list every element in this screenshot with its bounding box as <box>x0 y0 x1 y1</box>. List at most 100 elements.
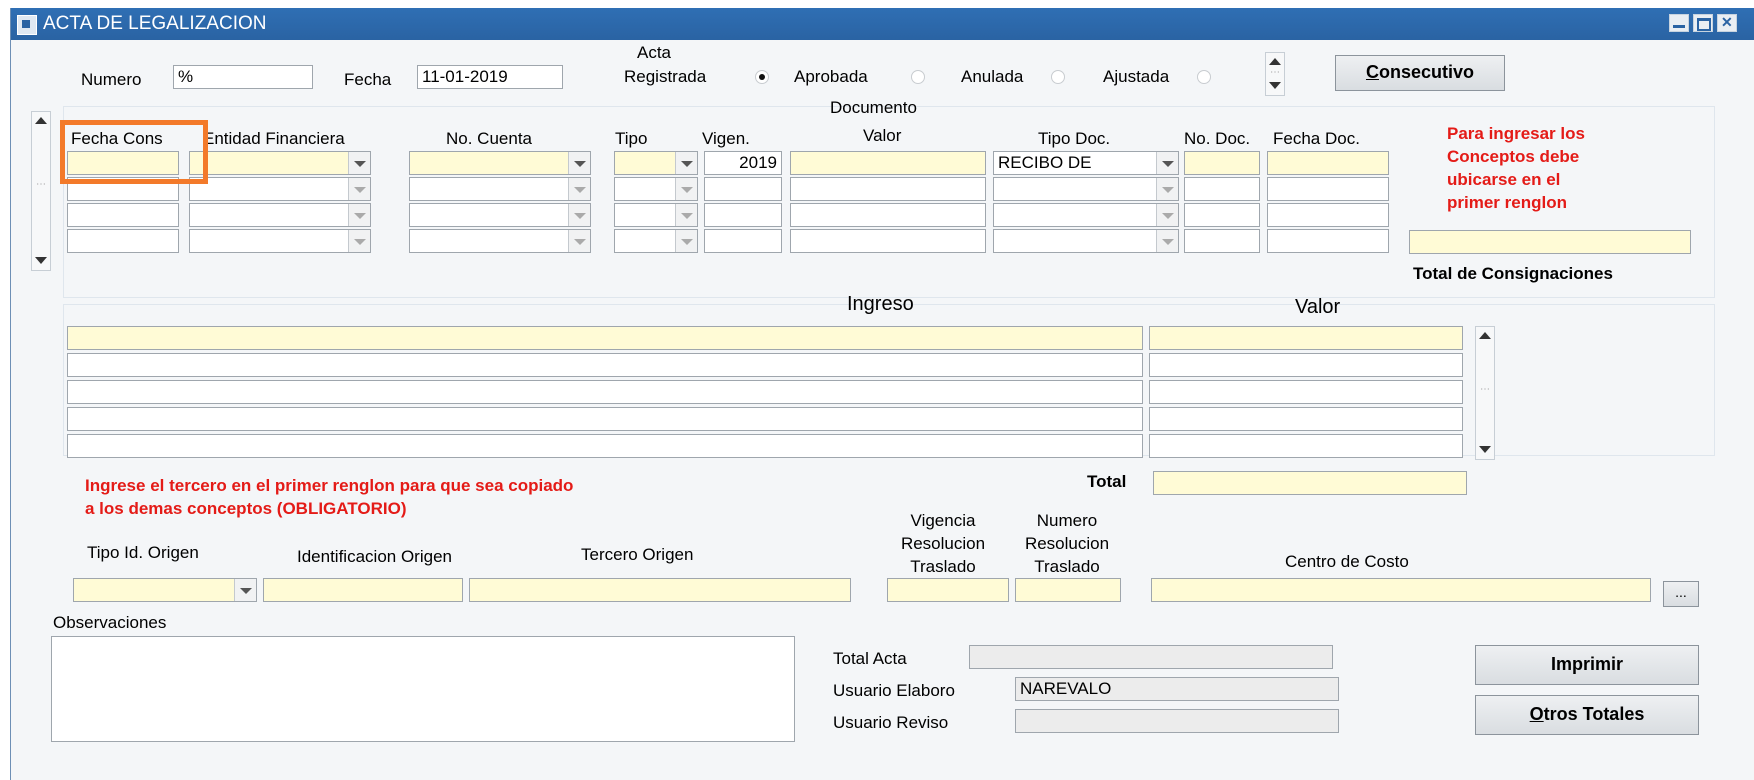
identificacion-origen-field[interactable] <box>263 578 463 602</box>
tipo-id-origen-field[interactable] <box>73 578 257 602</box>
no-doc-cell[interactable] <box>1184 203 1260 227</box>
chevron-down-icon[interactable] <box>348 152 370 174</box>
chevron-down-icon[interactable] <box>568 204 590 226</box>
otros-totales-button[interactable]: Otros Totales <box>1475 695 1699 735</box>
entidad-financiera-cell[interactable] <box>189 151 371 175</box>
ingreso-valor-cell[interactable] <box>1149 434 1463 458</box>
valor-cell[interactable] <box>790 151 986 175</box>
chevron-down-icon[interactable] <box>568 152 590 174</box>
no-cuenta-cell[interactable] <box>409 203 591 227</box>
chevron-down-icon[interactable] <box>1156 230 1178 252</box>
chevron-down-icon[interactable] <box>675 230 697 252</box>
col-fecha-doc: Fecha Doc. <box>1273 129 1360 148</box>
ingreso-cell[interactable] <box>67 353 1143 377</box>
vigencia-resolucion-field[interactable] <box>887 578 1009 602</box>
title-bar: ACTA DE LEGALIZACION <box>11 8 1754 40</box>
imprimir-button[interactable]: Imprimir <box>1475 645 1699 685</box>
fecha-doc-cell[interactable] <box>1267 203 1389 227</box>
total-field[interactable] <box>1153 471 1467 495</box>
documento-scrollbar[interactable]: ⋯ <box>31 111 51 271</box>
ingreso-cell[interactable] <box>67 326 1143 350</box>
no-cuenta-cell[interactable] <box>409 151 591 175</box>
ingreso-valor-cell[interactable] <box>1149 380 1463 404</box>
no-cuenta-cell[interactable] <box>409 177 591 201</box>
no-doc-cell[interactable] <box>1184 177 1260 201</box>
chevron-down-icon[interactable] <box>568 230 590 252</box>
total-consignaciones-field[interactable] <box>1409 230 1691 254</box>
identificacion-origen-label: Identificacion Origen <box>297 547 452 566</box>
centro-costo-lookup-button[interactable]: ... <box>1663 581 1699 607</box>
chevron-down-icon[interactable] <box>234 579 256 601</box>
consecutivo-button[interactable]: Consecutivo <box>1335 55 1505 91</box>
valor-cell[interactable] <box>790 177 986 201</box>
vigencia-cell[interactable] <box>704 203 782 227</box>
vigencia-cell[interactable] <box>704 177 782 201</box>
chevron-down-icon[interactable] <box>1156 178 1178 200</box>
tipo-doc-cell[interactable] <box>993 203 1179 227</box>
ingreso-valor-cell[interactable] <box>1149 353 1463 377</box>
ingreso-valor-cell[interactable] <box>1149 326 1463 350</box>
chevron-down-icon[interactable] <box>1156 152 1178 174</box>
vigencia-cell[interactable] <box>704 229 782 253</box>
usuario-reviso-label: Usuario Reviso <box>833 713 949 732</box>
valor-cell[interactable] <box>790 229 986 253</box>
chevron-down-icon[interactable] <box>675 152 697 174</box>
maximize-icon[interactable] <box>1693 14 1713 32</box>
status-anulada-radio[interactable] <box>1051 70 1065 84</box>
scroll-down-icon[interactable] <box>35 254 47 266</box>
fecha-doc-cell[interactable] <box>1267 177 1389 201</box>
documento-note-line-3: ubicarse en el <box>1447 170 1561 189</box>
spinner-up-icon[interactable] <box>1269 55 1281 67</box>
entidad-financiera-cell[interactable] <box>189 177 371 201</box>
fecha-cons-cell[interactable] <box>67 229 179 253</box>
centro-costo-field[interactable] <box>1151 578 1651 602</box>
valor-cell[interactable] <box>790 203 986 227</box>
acta-label: Acta <box>637 43 672 62</box>
scroll-up-icon[interactable] <box>35 114 47 126</box>
spinner-down-icon[interactable] <box>1269 79 1281 91</box>
scroll-up-icon[interactable] <box>1479 329 1491 341</box>
status-registrada-radio[interactable] <box>755 70 769 84</box>
ingreso-cell[interactable] <box>67 380 1143 404</box>
no-cuenta-cell[interactable] <box>409 229 591 253</box>
fecha-label: Fecha <box>344 70 392 89</box>
entidad-financiera-cell[interactable] <box>189 229 371 253</box>
chevron-down-icon[interactable] <box>1156 204 1178 226</box>
status-ajustada-radio[interactable] <box>1197 70 1211 84</box>
no-doc-cell[interactable] <box>1184 229 1260 253</box>
ingreso-cell[interactable] <box>67 407 1143 431</box>
col-tipo-doc: Tipo Doc. <box>1038 129 1111 148</box>
ingreso-cell[interactable] <box>67 434 1143 458</box>
ingreso-scrollbar[interactable]: ⋯ <box>1475 326 1495 460</box>
chevron-down-icon[interactable] <box>675 178 697 200</box>
ingreso-valor-cell[interactable] <box>1149 407 1463 431</box>
chevron-down-icon[interactable] <box>348 178 370 200</box>
chevron-down-icon[interactable] <box>568 178 590 200</box>
minimize-icon[interactable] <box>1669 14 1689 32</box>
close-icon[interactable] <box>1717 14 1737 32</box>
record-spinner[interactable]: ⋯ <box>1265 52 1285 96</box>
chevron-down-icon[interactable] <box>348 204 370 226</box>
numero-field[interactable]: % <box>173 65 313 89</box>
numero-resolucion-field[interactable] <box>1015 578 1121 602</box>
observaciones-textarea[interactable] <box>51 636 795 742</box>
fecha-doc-cell[interactable] <box>1267 229 1389 253</box>
tercero-origen-field[interactable] <box>469 578 851 602</box>
tipo-doc-cell[interactable]: RECIBO DE <box>993 151 1179 175</box>
fecha-cons-cell[interactable] <box>67 203 179 227</box>
fecha-field[interactable]: 11-01-2019 <box>417 65 563 89</box>
fecha-doc-cell[interactable] <box>1267 151 1389 175</box>
status-aprobada-radio[interactable] <box>911 70 925 84</box>
entidad-financiera-cell[interactable] <box>189 203 371 227</box>
tipo-doc-cell[interactable] <box>993 177 1179 201</box>
documento-note-line-2: Conceptos debe <box>1447 147 1580 166</box>
tipo-doc-cell[interactable] <box>993 229 1179 253</box>
chevron-down-icon[interactable] <box>348 230 370 252</box>
scroll-down-icon[interactable] <box>1479 443 1491 455</box>
no-doc-cell[interactable] <box>1184 151 1260 175</box>
chevron-down-icon[interactable] <box>675 204 697 226</box>
otros-totales-label: tros Totales <box>1543 704 1645 724</box>
tercero-origen-label: Tercero Origen <box>581 545 694 564</box>
vigencia-cell[interactable]: 2019 <box>704 151 782 175</box>
documento-note-line-1: Para ingresar los <box>1447 124 1585 143</box>
